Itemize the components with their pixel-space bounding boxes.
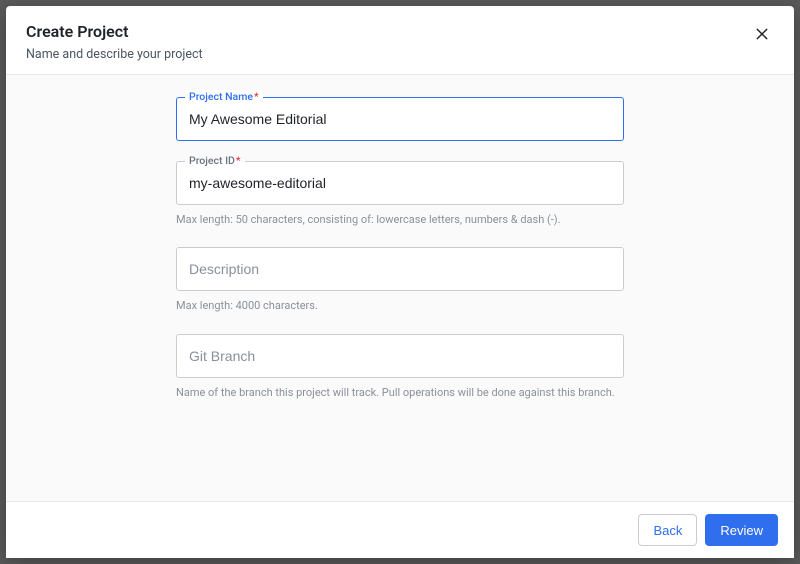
git-branch-group: Name of the branch this project will tra… [176, 334, 624, 400]
project-id-label-text: Project ID [189, 154, 235, 167]
git-branch-helper: Name of the branch this project will tra… [176, 386, 624, 400]
form: Project Name* Project ID* Max length: 50… [176, 97, 624, 400]
modal-header-text: Create Project Name and describe your pr… [26, 22, 203, 62]
modal-body: Project Name* Project ID* Max length: 50… [6, 75, 794, 501]
project-name-group: Project Name* [176, 97, 624, 141]
review-button[interactable]: Review [705, 514, 778, 546]
project-name-label: Project Name* [185, 90, 263, 103]
required-asterisk: * [254, 90, 259, 103]
close-icon [754, 30, 770, 45]
modal-subtitle: Name and describe your project [26, 47, 203, 62]
create-project-modal: Create Project Name and describe your pr… [6, 6, 794, 558]
required-asterisk: * [236, 154, 241, 167]
modal-header: Create Project Name and describe your pr… [6, 6, 794, 75]
description-group: Max length: 4000 characters. [176, 247, 624, 313]
project-id-label: Project ID* [185, 154, 245, 167]
back-button[interactable]: Back [638, 514, 697, 546]
git-branch-input[interactable] [176, 334, 624, 378]
description-input[interactable] [176, 247, 624, 291]
project-id-group: Project ID* Max length: 50 characters, c… [176, 161, 624, 227]
modal-title: Create Project [26, 22, 203, 41]
project-id-helper: Max length: 50 characters, consisting of… [176, 213, 624, 227]
project-id-input[interactable] [176, 161, 624, 205]
modal-footer: Back Review [6, 501, 794, 558]
project-name-label-text: Project Name [189, 90, 253, 103]
project-name-input[interactable] [176, 97, 624, 141]
description-helper: Max length: 4000 characters. [176, 299, 624, 313]
close-button[interactable] [750, 22, 774, 46]
